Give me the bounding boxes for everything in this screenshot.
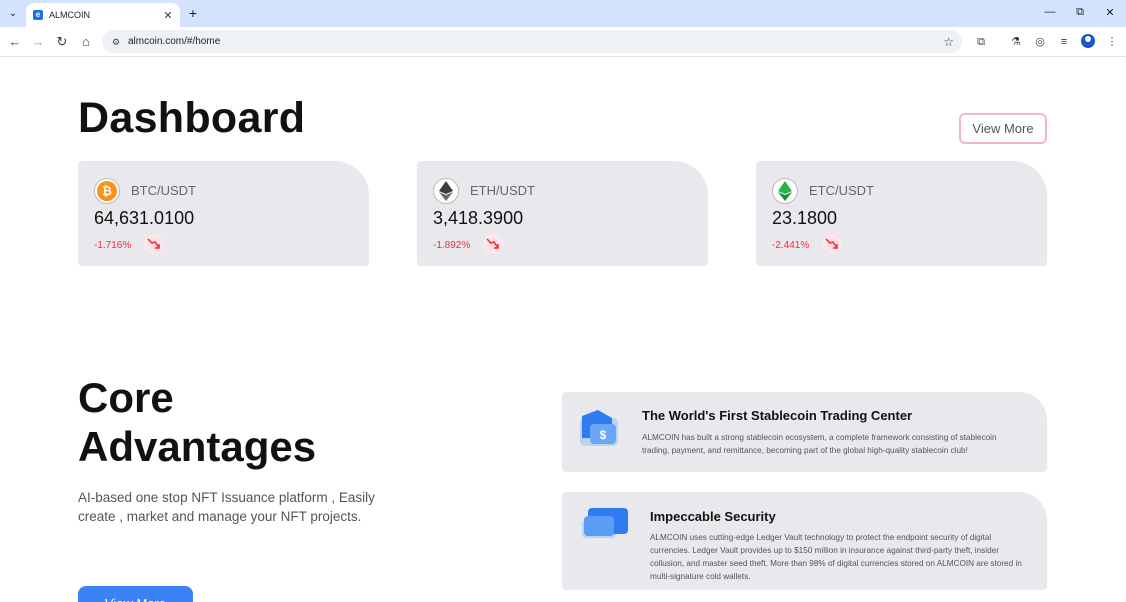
- bookmark-star-icon[interactable]: ☆: [943, 35, 954, 49]
- site-favicon-icon: e: [33, 10, 43, 20]
- profile-avatar[interactable]: [1081, 34, 1095, 48]
- tab-close-icon[interactable]: ✕: [160, 9, 176, 22]
- extensions-icon[interactable]: ⧉: [973, 34, 989, 50]
- feature-title: Impeccable Security: [650, 509, 776, 524]
- new-tab-button[interactable]: +: [186, 5, 200, 21]
- feature-card-security: Impeccable Security ALMCOIN uses cutting…: [562, 492, 1047, 590]
- ticker-pair: ETC/USDT: [809, 183, 874, 198]
- extension-icon[interactable]: ◎: [1032, 34, 1048, 50]
- ticker-price: 3,418.3900: [433, 208, 524, 228]
- ethereum-icon: [433, 178, 459, 204]
- forward-arrow-icon[interactable]: →: [30, 34, 46, 50]
- ticker-pair: BTC/USDT: [131, 183, 196, 198]
- trend-down-icon: [483, 234, 503, 254]
- core-advantages-subtitle: AI-based one stop NFT Issuance platform …: [78, 490, 375, 524]
- feature-description: ALMCOIN uses cutting-edge Ledger Vault t…: [650, 533, 1022, 581]
- site-info-icon[interactable]: ⚙: [110, 36, 122, 48]
- feature-card-stablecoin: $ The World's First Stablecoin Trading C…: [562, 392, 1047, 472]
- menu-kebab-icon[interactable]: ⋮: [1104, 34, 1120, 50]
- browser-tab-strip: ⌄ e ALMCOIN ✕ + — ⧉ ✕: [0, 0, 1126, 27]
- wallet-dollar-icon: $: [578, 408, 624, 457]
- browser-tab[interactable]: e ALMCOIN ✕: [26, 3, 180, 27]
- tab-search-chevron-icon[interactable]: ⌄: [5, 5, 21, 21]
- ethereum-classic-icon: [772, 178, 798, 204]
- close-window-button[interactable]: ✕: [1102, 6, 1118, 19]
- bitcoin-icon: ₿: [94, 178, 120, 204]
- dashboard-view-more-button[interactable]: View More: [959, 113, 1047, 144]
- address-bar[interactable]: ⚙ almcoin.com/#/home ☆: [102, 30, 962, 53]
- ticker-change: -2.441%: [772, 240, 810, 251]
- home-icon[interactable]: ⌂: [78, 34, 94, 50]
- ticker-price: 64,631.0100: [94, 208, 195, 228]
- ticker-card-eth[interactable]: ETH/USDT 3,418.3900 -1.892%: [417, 161, 708, 266]
- url-text[interactable]: almcoin.com/#/home: [128, 36, 943, 47]
- dashboard-title: Dashboard: [78, 94, 306, 142]
- reload-icon[interactable]: ↻: [54, 34, 70, 50]
- ticker-card-etc[interactable]: ETC/USDT 23.1800 -2.441%: [756, 161, 1047, 266]
- restore-button[interactable]: ⧉: [1072, 6, 1088, 19]
- page-content: Dashboard View More ₿ BTC/USDT 64,631.01…: [0, 58, 1126, 602]
- minimize-button[interactable]: —: [1042, 6, 1058, 18]
- feature-description: ALMCOIN has built a strong stablecoin ec…: [642, 433, 997, 455]
- browser-toolbar: ← → ↻ ⌂ ⚙ almcoin.com/#/home ☆ ⧉ ⚗ ◎ ≡ ⋮: [0, 27, 1126, 57]
- ticker-pair: ETH/USDT: [470, 183, 535, 198]
- trend-down-icon: [822, 234, 842, 254]
- feature-title: The World's First Stablecoin Trading Cen…: [642, 408, 913, 423]
- ticker-change: -1.892%: [433, 240, 471, 251]
- tab-title: ALMCOIN: [49, 10, 91, 20]
- media-controls-icon[interactable]: ≡: [1056, 34, 1072, 50]
- ticker-change: -1.716%: [94, 240, 132, 251]
- svg-text:$: $: [600, 428, 607, 442]
- secure-card-icon: [578, 506, 630, 547]
- core-title-line1: Core: [78, 374, 174, 421]
- core-view-more-button[interactable]: View More: [78, 586, 193, 602]
- labs-flask-icon[interactable]: ⚗: [1008, 34, 1024, 50]
- core-advantages-title: Core Advantages: [78, 373, 316, 471]
- back-arrow-icon[interactable]: ←: [7, 34, 23, 50]
- ticker-card-btc[interactable]: ₿ BTC/USDT 64,631.0100 -1.716%: [78, 161, 369, 266]
- core-title-line2: Advantages: [78, 423, 317, 470]
- ticker-price: 23.1800: [772, 208, 838, 228]
- trend-down-icon: [144, 234, 164, 254]
